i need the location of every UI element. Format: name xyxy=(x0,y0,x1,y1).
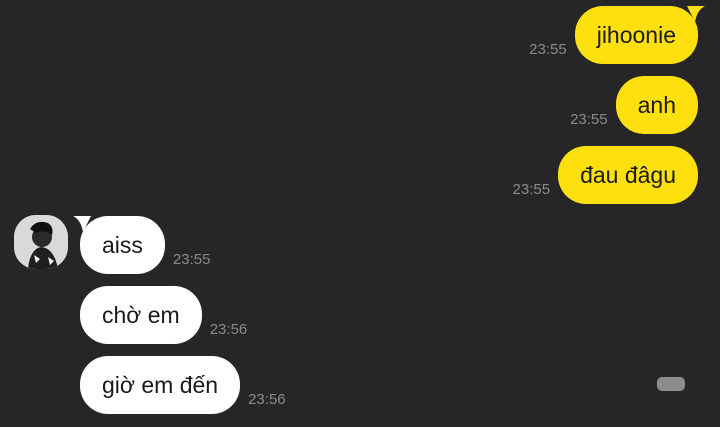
message-bubble-incoming[interactable]: giờ em đến xyxy=(80,356,241,414)
message-row-outgoing: 23:55 anh xyxy=(570,76,698,134)
message-timestamp: 23:55 xyxy=(512,181,551,198)
message-text: giờ em đến xyxy=(102,371,219,398)
message-bubble-incoming[interactable]: chờ em xyxy=(80,286,202,344)
message-bubble-outgoing[interactable]: đau đâgu xyxy=(558,146,698,204)
message-bubble-incoming[interactable]: aiss xyxy=(73,216,165,274)
message-timestamp: 23:56 xyxy=(248,391,286,408)
contact-avatar[interactable] xyxy=(14,215,68,269)
message-row-incoming: chờ em 23:56 xyxy=(80,286,247,344)
bubble-tail-icon xyxy=(687,6,705,22)
message-row-outgoing: 23:55 đau đâgu xyxy=(513,146,698,204)
message-bubble-outgoing[interactable]: anh xyxy=(615,76,698,134)
message-text: anh xyxy=(637,91,676,118)
message-text: aiss xyxy=(102,231,143,258)
message-timestamp: 23:56 xyxy=(209,321,248,338)
message-text: đau đâgu xyxy=(580,161,676,188)
message-text: chờ em xyxy=(102,301,180,328)
message-bubble-outgoing[interactable]: jihoonie xyxy=(574,6,705,64)
message-timestamp: 23:55 xyxy=(529,41,567,58)
message-row-incoming: giờ em đến 23:56 xyxy=(80,356,286,414)
message-timestamp: 23:55 xyxy=(570,111,608,128)
message-text: jihoonie xyxy=(596,21,676,48)
message-row-incoming: aiss 23:55 xyxy=(73,216,211,274)
scroll-handle[interactable] xyxy=(657,377,685,391)
bubble-tail-icon xyxy=(73,216,91,232)
avatar-photo-icon xyxy=(14,215,68,269)
message-timestamp: 23:55 xyxy=(172,251,211,268)
message-row-outgoing: 23:55 jihoonie xyxy=(529,6,705,64)
